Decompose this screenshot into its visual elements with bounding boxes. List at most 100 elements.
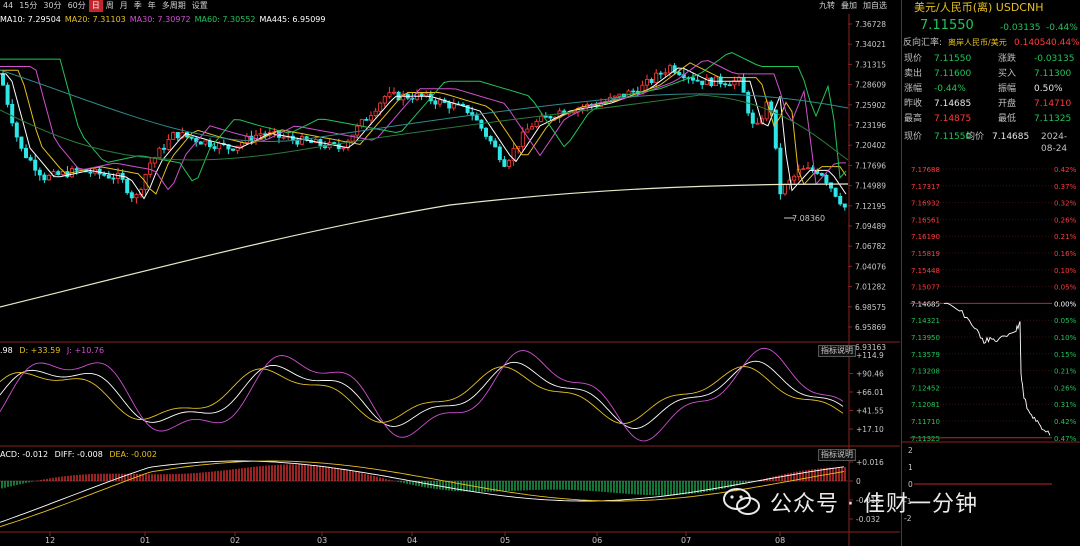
candle <box>148 157 153 178</box>
macd-diff: DIFF: -0.008 <box>54 450 103 459</box>
intraday-pct-label: 0.05% <box>1054 284 1077 292</box>
candle <box>801 165 806 171</box>
candle <box>727 81 732 87</box>
intraday-pct-label: 0.37% <box>1054 183 1077 191</box>
candle <box>391 87 396 96</box>
intraday-pct-label: 0.00% <box>1054 300 1077 308</box>
intraday-price-line <box>943 302 1051 436</box>
candle <box>47 173 52 181</box>
candle <box>295 137 300 147</box>
price-axis-label: 7.14989 <box>855 182 886 191</box>
candle <box>65 166 70 179</box>
watermark-text: 公众号 · 佳财一分钟 <box>770 492 978 517</box>
intraday-price-label: 7.14321 <box>911 317 940 325</box>
price-axis-label: 7.23196 <box>855 121 886 130</box>
intraday-pct-label: 0.10% <box>1054 267 1077 275</box>
candle <box>42 172 47 184</box>
candle <box>645 74 650 91</box>
quote-value: 7.11550 <box>934 54 972 64</box>
intraday-price-label: 7.16190 <box>911 233 940 241</box>
volume-axis-label: 2 <box>908 446 913 455</box>
quote-label: 振幅 <box>998 84 1017 94</box>
kdj-legend: .98 D: +33.59 J: +10.76 <box>0 345 108 356</box>
price-axis-label: 7.12195 <box>855 202 886 211</box>
price-axis-label: 7.09489 <box>855 222 886 231</box>
quote-label: 涨跌 <box>998 54 1017 64</box>
quote-label: 涨幅 <box>904 84 923 94</box>
kdj-line <box>0 347 844 442</box>
price-axis-label: 7.25902 <box>855 101 886 110</box>
candle <box>530 122 535 130</box>
kdj-indicator-button[interactable]: 指标说明 <box>818 345 856 357</box>
candle <box>345 138 350 151</box>
x-axis-label: 12 <box>45 536 55 545</box>
candle <box>189 136 194 141</box>
candle <box>649 77 654 85</box>
intraday-price-label: 7.16932 <box>911 200 940 208</box>
candle <box>483 126 488 140</box>
candle <box>658 70 663 79</box>
quote-label: 现价 <box>904 54 923 64</box>
candle <box>474 112 479 121</box>
intraday-pct-label: 0.16% <box>1054 250 1077 258</box>
macd-legend: ACD: -0.012 DIFF: -0.008 DEA: -0.002 <box>0 449 161 460</box>
candle <box>755 117 760 125</box>
macd-line <box>0 460 845 528</box>
x-axis-label: 06 <box>592 536 602 545</box>
kline-chart[interactable]: 7.36728 7.34021 7.31315 7.28609 7.25902 7.231… <box>0 0 900 546</box>
intraday-pct-label: 0.42% <box>1054 418 1077 426</box>
candle <box>125 177 130 195</box>
candle <box>778 143 783 200</box>
candle <box>129 190 134 202</box>
candle <box>387 87 392 99</box>
intraday-pct-label: 0.42% <box>1054 166 1077 174</box>
watermark: 公众号 · 佳财一分钟 <box>722 484 1052 518</box>
x-axis-label: 08 <box>775 536 785 545</box>
quote-change: -0.03135 <box>1000 23 1041 33</box>
candle <box>718 73 723 88</box>
price-axis-label: 7.20402 <box>855 141 886 150</box>
quote-price: 7.11550 <box>920 18 974 33</box>
candle <box>741 73 746 93</box>
price-axis-label: 7.34021 <box>855 40 886 49</box>
quote-value: 7.11600 <box>934 69 972 79</box>
candle <box>548 115 553 120</box>
candle <box>37 167 42 181</box>
wechat-icon <box>723 488 760 515</box>
candle <box>783 183 788 196</box>
kdj-k: .98 <box>0 346 13 355</box>
candle <box>171 131 176 140</box>
candle <box>134 192 139 204</box>
intraday-price-label: 7.17688 <box>911 166 940 174</box>
candle <box>157 146 162 158</box>
macd-indicator-button[interactable]: 指标说明 <box>818 449 856 461</box>
kdj-axis-label: +17.10 <box>856 425 884 434</box>
price-axis-label: 7.36728 <box>855 20 886 29</box>
candle <box>166 134 171 151</box>
kdj-axis-label: +114.9 <box>856 351 884 360</box>
macd-value: ACD: -0.012 <box>0 450 49 459</box>
price-axis-label: 7.28609 <box>855 81 886 90</box>
candle <box>506 158 511 170</box>
price-axis-label: 7.31315 <box>855 60 886 69</box>
intraday-price-label: 7.12081 <box>911 401 940 409</box>
candles <box>0 63 847 211</box>
candle <box>709 76 714 88</box>
kdj-axis-label: +66.01 <box>856 388 884 397</box>
intraday-pct-label: 0.21% <box>1054 233 1077 241</box>
candle <box>732 76 737 90</box>
quote-change-pct: -0.44% <box>1046 23 1078 33</box>
quote-value: 7.11325 <box>1034 114 1072 124</box>
quote-label: 卖出 <box>904 69 923 79</box>
kdj-line <box>0 360 844 429</box>
candle <box>750 109 755 128</box>
intraday-price-label: 7.15448 <box>911 267 940 275</box>
quote-value: 7.14875 <box>934 114 972 124</box>
intraday-price-label: 7.13208 <box>911 368 940 376</box>
candle <box>19 136 24 152</box>
kdj-axis-label: +41.55 <box>856 407 884 416</box>
intraday-price-label: 7.15819 <box>911 250 940 258</box>
x-axis-label: 05 <box>500 536 510 545</box>
candle <box>511 142 516 166</box>
candle <box>401 90 406 106</box>
